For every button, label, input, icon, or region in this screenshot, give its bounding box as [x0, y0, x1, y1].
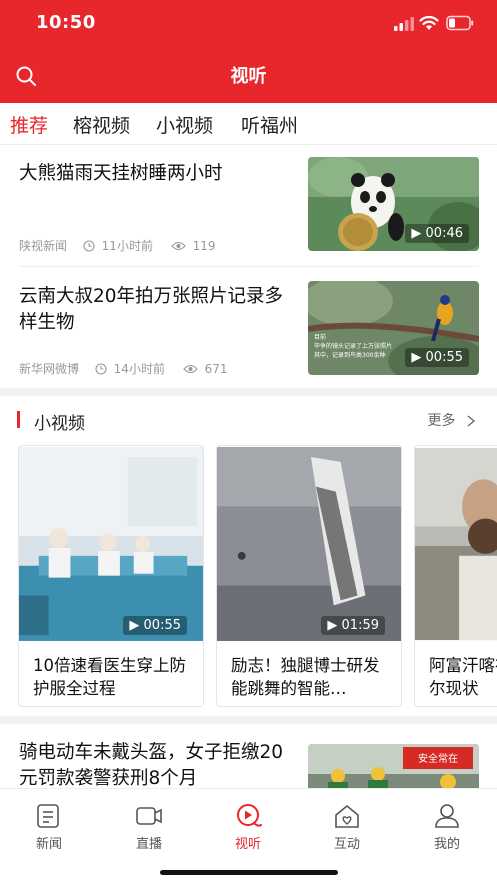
video-duration: ▶ 00:55 — [123, 616, 187, 635]
news-time: 14小时前 — [113, 362, 165, 376]
user-icon — [435, 804, 459, 828]
news-item[interactable]: 大熊猫雨天挂树睡两小时 陕视新闻 11小时前 119 ▶ 00:46 — [0, 145, 497, 269]
news-views: 671 — [204, 361, 228, 376]
thumb-caption: 目前 毕争的镜头记录了上万张照片 其中，记录到鸟类300余种 — [314, 334, 393, 359]
tabbar-news[interactable]: 新闻 — [19, 803, 79, 852]
clock-icon — [83, 239, 95, 252]
play-icon — [237, 804, 262, 827]
tab-rong-video[interactable]: 榕视频 — [73, 111, 130, 138]
play-icon: ▶ — [129, 618, 144, 633]
home-indicator — [160, 870, 338, 875]
video-caption: 10倍速看医生穿上防护服全过程 — [33, 656, 186, 698]
interact-icon — [335, 804, 359, 828]
short-video-card[interactable]: ▶ 01:59 励志！独腿博士研发能跳舞的智能… — [216, 445, 402, 707]
section-gap — [0, 388, 497, 396]
section-gap — [0, 716, 497, 724]
video-duration: ▶ 01:59 — [321, 616, 385, 635]
news-time: 11小时前 — [101, 239, 153, 253]
video-thumbnail: 安全常在 — [308, 744, 479, 788]
signal-icon — [394, 17, 414, 31]
tab-recommend[interactable]: 推荐 — [10, 111, 48, 138]
news-thumbnail[interactable]: 目前 毕争的镜头记录了上万张照片 其中，记录到鸟类300余种 ▶ 00:55 — [308, 281, 479, 375]
short-video-card[interactable]: ▶ 00:55 10倍速看医生穿上防护服全过程 — [18, 445, 204, 707]
tabbar-mine[interactable]: 我的 — [417, 803, 477, 852]
play-icon: ▶ — [327, 618, 342, 633]
eye-icon — [183, 364, 198, 373]
section-accent-bar — [17, 411, 20, 428]
news-meta: 陕视新闻 11小时前 119 — [19, 237, 216, 254]
video-duration: ▶ 00:55 — [405, 348, 469, 367]
news-icon — [37, 804, 59, 828]
live-icon — [136, 807, 162, 825]
news-source: 陕视新闻 — [19, 239, 68, 253]
tabbar-live[interactable]: 直播 — [119, 803, 179, 852]
news-views: 119 — [192, 238, 216, 253]
tabbar-audio-video[interactable]: 视听 — [218, 803, 278, 852]
clock-icon — [95, 362, 107, 375]
tab-listen-fuzhou[interactable]: 听福州 — [241, 111, 298, 138]
battery-icon — [446, 15, 474, 31]
news-thumbnail[interactable]: 安全常在 — [308, 744, 479, 788]
video-caption: 阿富汗喀布尔现状 — [429, 656, 497, 698]
page-title: 视听 — [230, 66, 267, 87]
section-title: 小视频 — [34, 414, 85, 434]
bottom-tab-bar: 新闻 直播 视听 互动 我的 — [0, 788, 497, 883]
app-header: 10:50 视听 — [0, 0, 497, 103]
play-icon: ▶ — [411, 350, 426, 365]
wifi-icon — [419, 15, 439, 30]
video-thumbnail — [19, 447, 203, 641]
news-title: 大熊猫雨天挂树睡两小时 — [19, 163, 223, 184]
tab-short-video[interactable]: 小视频 — [156, 111, 213, 138]
video-thumbnail — [217, 447, 401, 641]
play-icon: ▶ — [411, 226, 426, 241]
news-title: 云南大叔20年拍万张照片记录多样生物 — [19, 286, 284, 333]
channel-tabs: 推荐 榕视频 小视频 听福州 — [0, 103, 497, 145]
video-duration: ▶ 00:46 — [405, 224, 469, 243]
divider — [19, 266, 478, 267]
news-source: 新华网微博 — [19, 362, 80, 376]
status-bar: 10:50 — [0, 0, 497, 48]
news-item[interactable]: 云南大叔20年拍万张照片记录多样生物 新华网微博 14小时前 671 目前 毕争… — [0, 268, 497, 392]
more-link[interactable]: 更多 — [428, 410, 476, 430]
video-thumbnail — [415, 447, 497, 641]
status-time: 10:50 — [36, 12, 96, 33]
news-title: 骑电动车未戴头盔，女子拒缴20元罚款袭警获刑8个月 — [19, 742, 284, 788]
chevron-right-icon — [467, 415, 476, 427]
video-caption: 励志！独腿博士研发能跳舞的智能… — [231, 656, 380, 698]
svg-text:安全常在: 安全常在 — [418, 752, 458, 765]
short-video-card[interactable]: 阿富汗喀布尔现状 — [414, 445, 497, 707]
news-meta: 新华网微博 14小时前 671 — [19, 360, 228, 377]
news-thumbnail[interactable]: ▶ 00:46 — [308, 157, 479, 251]
news-item[interactable]: 骑电动车未戴头盔，女子拒缴20元罚款袭警获刑8个月 安全常在 — [0, 724, 497, 788]
tabbar-interact[interactable]: 互动 — [317, 803, 377, 852]
eye-icon — [171, 241, 186, 250]
